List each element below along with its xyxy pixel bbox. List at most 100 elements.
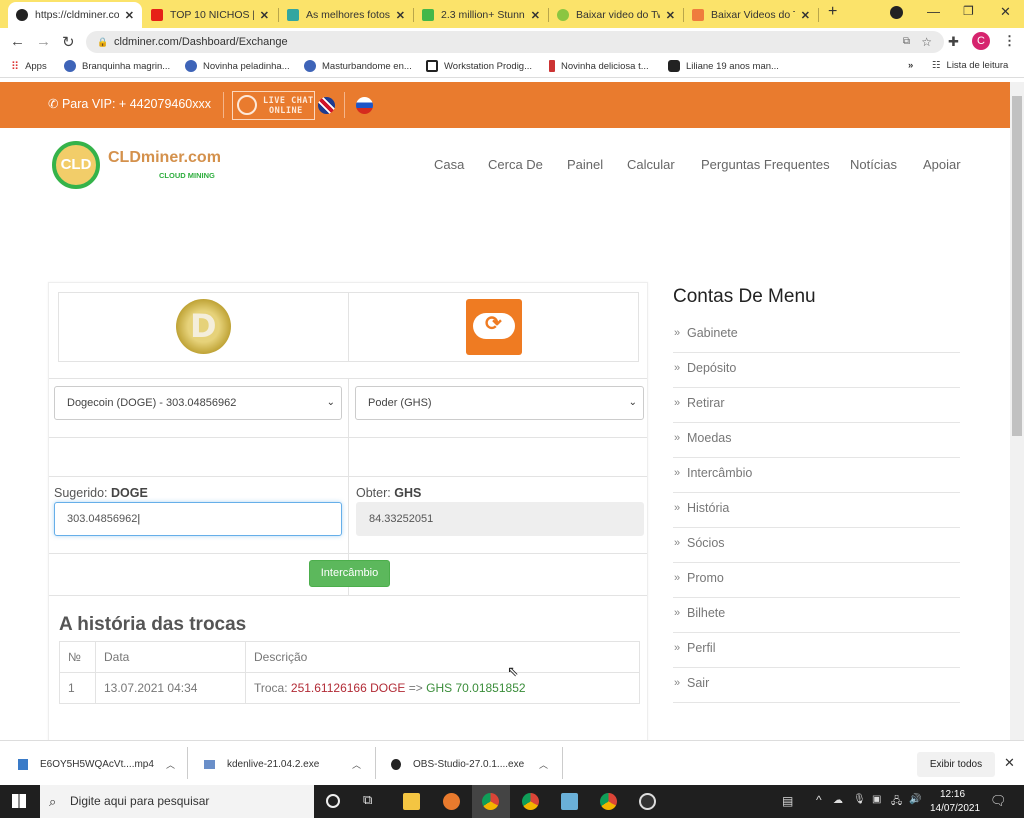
nav-cerca-de[interactable]: Cerca De xyxy=(488,157,543,172)
double-chevron-icon: » xyxy=(674,467,681,479)
bookmark-item[interactable]: Branquinha magrin... xyxy=(64,60,170,72)
bookmark-item[interactable]: Liliane 19 anos man... xyxy=(668,60,779,72)
tab-youtube[interactable]: TOP 10 NICHOS [BI ✕ xyxy=(143,2,277,28)
obs-icon xyxy=(391,758,401,770)
close-tab-icon[interactable]: ✕ xyxy=(396,9,405,22)
microphone-icon[interactable]: 🎙 xyxy=(853,794,866,805)
extensions-icon[interactable]: ✚ xyxy=(948,34,959,50)
url-bar[interactable]: 🔒 cldminer.com/Dashboard/Exchange ⧉ ☆ xyxy=(86,31,944,53)
sidebar-item-socios[interactable]: » Sócios xyxy=(673,528,960,563)
sidebar-item-retirar[interactable]: » Retirar xyxy=(673,388,960,423)
reload-icon[interactable]: ↻ xyxy=(62,33,75,51)
to-currency-select[interactable]: Poder (GHS) ⌄ xyxy=(355,386,644,420)
bookmark-item[interactable]: Novinha deliciosa t... xyxy=(549,60,649,72)
russia-flag-icon[interactable] xyxy=(356,97,373,114)
download-item[interactable]: kdenlive-21.04.2.exe ︿ xyxy=(204,750,364,778)
exchange-button[interactable]: Intercâmbio xyxy=(309,560,390,587)
nav-calcular[interactable]: Calcular xyxy=(627,157,675,172)
x-logo-icon xyxy=(549,60,555,72)
back-icon[interactable]: ← xyxy=(10,33,25,50)
close-tab-icon[interactable]: ✕ xyxy=(666,9,675,22)
d-icon xyxy=(287,9,299,21)
nav-casa[interactable]: Casa xyxy=(434,157,464,172)
windows-start-icon[interactable] xyxy=(12,794,26,808)
task-view-icon[interactable]: ⧉ xyxy=(363,792,372,808)
bookmark-item[interactable]: Masturbandome en... xyxy=(304,60,412,72)
bookmark-item[interactable]: Workstation Prodig... xyxy=(426,60,532,72)
sidebar-item-promo[interactable]: » Promo xyxy=(673,563,960,598)
double-chevron-icon: » xyxy=(674,572,681,584)
sidebar-item-gabinete[interactable]: » Gabinete xyxy=(673,318,960,353)
reading-list-icon: ☷ xyxy=(932,60,941,71)
file-explorer-icon[interactable] xyxy=(403,793,420,810)
nav-perguntas-frequentes[interactable]: Perguntas Frequentes xyxy=(701,157,830,172)
sidebar-item-moedas[interactable]: » Moedas xyxy=(673,423,960,458)
close-downloads-icon[interactable]: ✕ xyxy=(1004,755,1015,771)
tab-stunning[interactable]: 2.3 million+ Stunnin ✕ xyxy=(414,2,548,28)
more-bookmarks-icon[interactable]: » xyxy=(908,60,913,71)
ethernet-icon[interactable]: 🖧 xyxy=(891,794,902,811)
volume-icon[interactable]: 🔊 xyxy=(909,794,921,805)
download-item[interactable]: E6OY5H5WQAcVt....mp4 ︿ xyxy=(18,750,178,778)
app-c-icon[interactable] xyxy=(443,793,460,810)
trade-from-amount: 251.61126166 DOGE xyxy=(290,681,406,695)
chevron-up-icon[interactable]: ︿ xyxy=(166,758,175,771)
sidebar-item-deposito[interactable]: » Depósito xyxy=(673,353,960,388)
bookmark-star-icon[interactable]: ☆ xyxy=(921,31,932,53)
forward-icon[interactable]: → xyxy=(36,33,51,50)
taskbar-search-input[interactable]: ⌕ Digite aqui para pesquisar xyxy=(40,785,314,818)
network-error-icon[interactable]: ☁ xyxy=(833,795,843,806)
restore-button[interactable]: ❐ xyxy=(963,4,974,18)
profile-avatar[interactable]: C xyxy=(972,32,990,50)
show-all-downloads-button[interactable]: Exibir todos xyxy=(917,752,995,777)
chrome-icon[interactable] xyxy=(522,793,539,810)
sidebar-item-bilhete[interactable]: » Bilhete xyxy=(673,598,960,633)
nav-apoiar[interactable]: Apoiar xyxy=(923,157,961,172)
uk-flag-icon[interactable] xyxy=(318,97,335,114)
sidebar-item-historia[interactable]: » História xyxy=(673,493,960,528)
display-icon[interactable]: ▣ xyxy=(872,794,881,805)
tab-baixar-video[interactable]: Baixar video do Twi ✕ xyxy=(549,2,683,28)
sidebar-item-sair[interactable]: » Sair xyxy=(673,668,960,703)
clock-time[interactable]: 12:16 xyxy=(940,789,965,800)
close-tab-icon[interactable]: ✕ xyxy=(801,9,810,22)
tab-cldminer[interactable]: https://cldminer.com ✕ xyxy=(8,2,142,28)
bookmark-item[interactable]: Novinha peladinha... xyxy=(185,60,290,72)
from-amount-input[interactable]: 303.04856962| xyxy=(54,502,342,536)
obs-icon[interactable] xyxy=(639,793,656,810)
close-tab-icon[interactable]: ✕ xyxy=(260,9,269,22)
notepad-icon[interactable] xyxy=(561,793,578,810)
new-tab-button[interactable]: + xyxy=(828,3,837,21)
chrome-icon[interactable] xyxy=(600,793,617,810)
tab-baixar-videos[interactable]: Baixar Videos do Tw ✕ xyxy=(684,2,818,28)
chevron-up-icon[interactable]: ︿ xyxy=(539,758,548,771)
cube-icon xyxy=(426,60,438,72)
from-currency-select[interactable]: Dogecoin (DOGE) - 303.04856962 ⌄ xyxy=(54,386,342,420)
cld-coin-logo-icon: CLD xyxy=(52,141,100,189)
close-window-button[interactable]: ✕ xyxy=(1000,4,1011,20)
tab-fotos[interactable]: As melhores fotos g ✕ xyxy=(279,2,413,28)
chrome-icon[interactable] xyxy=(482,793,499,810)
scrollbar-thumb[interactable] xyxy=(1012,96,1022,436)
sidebar-item-perfil[interactable]: » Perfil xyxy=(673,633,960,668)
chevron-up-icon[interactable]: ^ xyxy=(816,793,822,807)
sidebar-item-intercambio[interactable]: » Intercâmbio xyxy=(673,458,960,493)
live-chat-button[interactable]: LIVE CHAT ONLINE xyxy=(232,91,315,120)
nav-painel[interactable]: Painel xyxy=(567,157,603,172)
reading-list-button[interactable]: ☷ Lista de leitura xyxy=(932,60,1008,71)
close-tab-icon[interactable]: ✕ xyxy=(125,9,134,22)
bookmark-apps[interactable]: ⠿ Apps xyxy=(11,60,47,73)
cortana-icon[interactable] xyxy=(326,794,340,808)
download-item[interactable]: OBS-Studio-27.0.1....exe ︿ xyxy=(391,750,551,778)
translate-icon[interactable]: ⧉ xyxy=(903,31,910,53)
trade-to-amount: GHS 70.01851852 xyxy=(426,681,526,695)
notifications-icon[interactable]: 🗨 xyxy=(990,793,1007,809)
minimize-button[interactable]: — xyxy=(927,4,940,19)
news-icon[interactable]: ▤ xyxy=(782,794,793,808)
nav-noticias[interactable]: Notícias xyxy=(850,157,897,172)
tab-search-icon[interactable] xyxy=(890,6,903,19)
clock-date[interactable]: 14/07/2021 xyxy=(930,803,980,814)
chevron-up-icon[interactable]: ︿ xyxy=(352,758,361,771)
menu-kebab-icon[interactable]: ⋮ xyxy=(1003,33,1016,49)
close-tab-icon[interactable]: ✕ xyxy=(531,9,540,22)
